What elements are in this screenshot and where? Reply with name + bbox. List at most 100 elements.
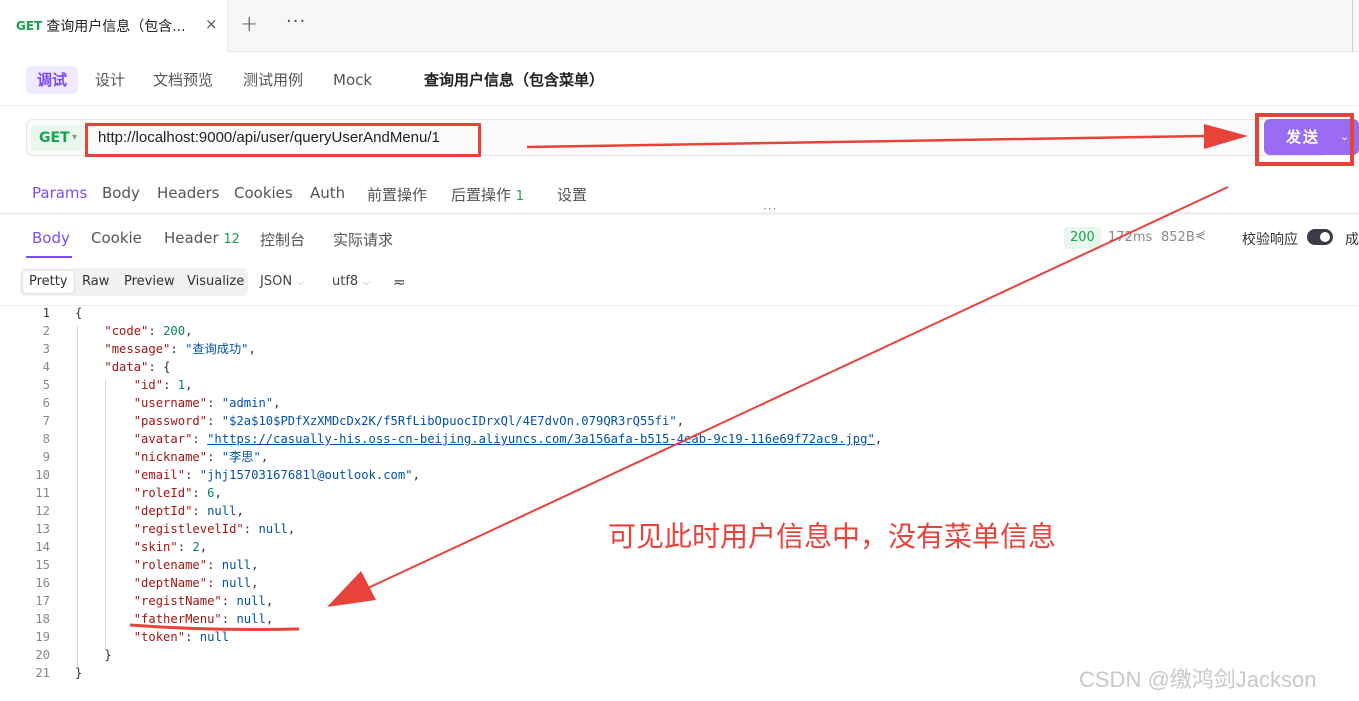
line-number: 16: [35, 576, 50, 590]
line-number: 4: [42, 360, 50, 374]
tab-headers[interactable]: Headers: [157, 184, 219, 202]
subnav-test-cases[interactable]: 测试用例: [243, 66, 303, 94]
code-text: "email": "jhj15703167681l@outlook.com",: [133, 468, 420, 482]
json-value: "$2a$10$PDfXzXMDcDx2K/f5RfLibOpuocIDrxQl…: [221, 414, 677, 428]
annotation-text: 可见此时用户信息中，没有菜单信息: [608, 520, 1057, 553]
code-text: {: [75, 304, 82, 322]
subnav-mock[interactable]: Mock: [333, 66, 372, 94]
active-tab-indicator: [26, 256, 72, 258]
json-key: "id": [133, 378, 164, 392]
line-number: 10: [35, 468, 50, 482]
code-line: 1{: [0, 304, 1359, 322]
tab-params[interactable]: Params: [32, 184, 87, 202]
header-count: 12: [223, 232, 240, 247]
format-select[interactable]: JSON ⌵: [260, 274, 304, 289]
json-key: "password": [133, 414, 208, 428]
json-value: 6: [207, 486, 215, 500]
json-key: "skin": [133, 540, 178, 554]
validate-response-label: 校验响应: [1242, 232, 1298, 248]
code-text: "data": {: [104, 360, 171, 374]
tab-pre-ops[interactable]: 前置操作: [367, 184, 427, 205]
tab-cookies[interactable]: Cookies: [234, 184, 293, 202]
view-pretty[interactable]: Pretty: [23, 271, 74, 293]
encoding-select[interactable]: utf8 ⌵: [332, 274, 370, 289]
close-icon[interactable]: ×: [205, 15, 218, 33]
code-line: 9 "nickname": "李思",: [0, 448, 1359, 466]
code-text: "registlevelId": null,: [133, 522, 296, 536]
code-text: "fatherMenu": null,: [133, 612, 274, 626]
method-select[interactable]: GET ▾: [31, 125, 85, 151]
chevron-down-icon: ⌵: [297, 278, 304, 288]
line-number: 20: [35, 648, 50, 662]
tab-strip: GET 查询用户信息（包含... × + ···: [0, 0, 1359, 52]
json-brace: }: [75, 666, 83, 680]
json-key: "avatar": [133, 432, 193, 446]
drag-handle-icon[interactable]: ···: [763, 202, 777, 216]
line-number: 6: [42, 396, 50, 410]
tab-post-ops[interactable]: 后置操作 1: [451, 184, 524, 205]
tab-request[interactable]: GET 查询用户信息（包含... ×: [0, 0, 228, 52]
code-line: 19 "token": null: [0, 628, 1359, 646]
response-body-code: 1{2 "code": 200, 3 "message": "查询成功", 4 "d…: [0, 304, 1359, 682]
view-mode-segment: Pretty Raw Preview Visualize: [20, 268, 248, 296]
encoding-label: utf8: [332, 274, 359, 289]
share-icon[interactable]: ⋞: [1195, 228, 1206, 243]
response-size: 852B: [1161, 230, 1195, 245]
json-value: null: [258, 522, 288, 536]
line-number: 3: [42, 342, 50, 356]
chevron-down-icon: ⌵: [363, 278, 371, 288]
json-key: "code": [104, 324, 149, 338]
response-tab-header[interactable]: Header 12: [164, 229, 240, 247]
view-visualize[interactable]: Visualize: [181, 271, 250, 293]
code-text: "username": "admin",: [133, 396, 281, 410]
json-key: "nickname": [133, 450, 208, 464]
code-text: "registName": null,: [133, 594, 274, 608]
response-tab-console[interactable]: 控制台: [260, 229, 305, 250]
line-number: 17: [35, 594, 50, 608]
code-line: 11 "roleId": 6,: [0, 484, 1359, 502]
code-text: "roleId": 6,: [133, 486, 222, 500]
add-tab-icon[interactable]: +: [240, 12, 258, 37]
tab-settings[interactable]: 设置: [557, 184, 587, 205]
highlight-box-send: [1255, 113, 1354, 166]
response-time: 172ms: [1108, 230, 1153, 245]
panel-divider[interactable]: [0, 212, 1359, 215]
code-text: }: [75, 664, 82, 682]
line-number: 9: [42, 450, 50, 464]
method-label: GET: [39, 130, 70, 146]
more-icon[interactable]: ···: [286, 11, 306, 32]
code-line: 10 "email": "jhj15703167681l@outlook.com…: [0, 466, 1359, 484]
code-text: "password": "$2a$10$PDfXzXMDcDx2K/f5RfLi…: [133, 414, 685, 428]
subnav-docs-preview[interactable]: 文档预览: [153, 66, 213, 94]
subnav-design[interactable]: 设计: [95, 66, 125, 94]
response-tab-body[interactable]: Body: [32, 229, 70, 247]
toggle-knob: [1320, 232, 1330, 242]
view-raw[interactable]: Raw: [76, 271, 115, 293]
json-value: null: [221, 576, 252, 590]
line-number: 1: [42, 306, 50, 320]
code-line: 17 "registName": null,: [0, 592, 1359, 610]
code-text: }: [75, 646, 111, 664]
word-wrap-icon[interactable]: ≂: [393, 273, 406, 291]
json-key: "rolename": [133, 558, 208, 572]
response-tab-actual-request[interactable]: 实际请求: [333, 229, 393, 250]
code-line: 15 "rolename": null,: [0, 556, 1359, 574]
json-value: "李思": [221, 450, 261, 464]
line-number: 2: [42, 324, 50, 338]
json-key: "username": [133, 396, 208, 410]
json-value: null: [207, 504, 237, 518]
code-line: 7 "password": "$2a$10$PDfXzXMDcDx2K/f5Rf…: [0, 412, 1359, 430]
validate-response-toggle[interactable]: [1307, 229, 1333, 245]
tab-body[interactable]: Body: [102, 184, 140, 202]
response-tab-cookie[interactable]: Cookie: [91, 229, 142, 247]
json-value: "jhj15703167681l@outlook.com": [199, 468, 413, 482]
line-number: 18: [35, 612, 50, 626]
code-text: "avatar": "https://casually-his.oss-cn-b…: [133, 432, 883, 446]
json-link[interactable]: "https://casually-his.oss-cn-beijing.ali…: [207, 432, 875, 446]
json-value: null: [236, 594, 266, 608]
tab-auth[interactable]: Auth: [310, 184, 345, 202]
view-preview[interactable]: Preview: [118, 271, 181, 293]
json-key: "registName": [133, 594, 222, 608]
line-number: 12: [35, 504, 50, 518]
subnav-debug[interactable]: 调试: [26, 66, 79, 94]
